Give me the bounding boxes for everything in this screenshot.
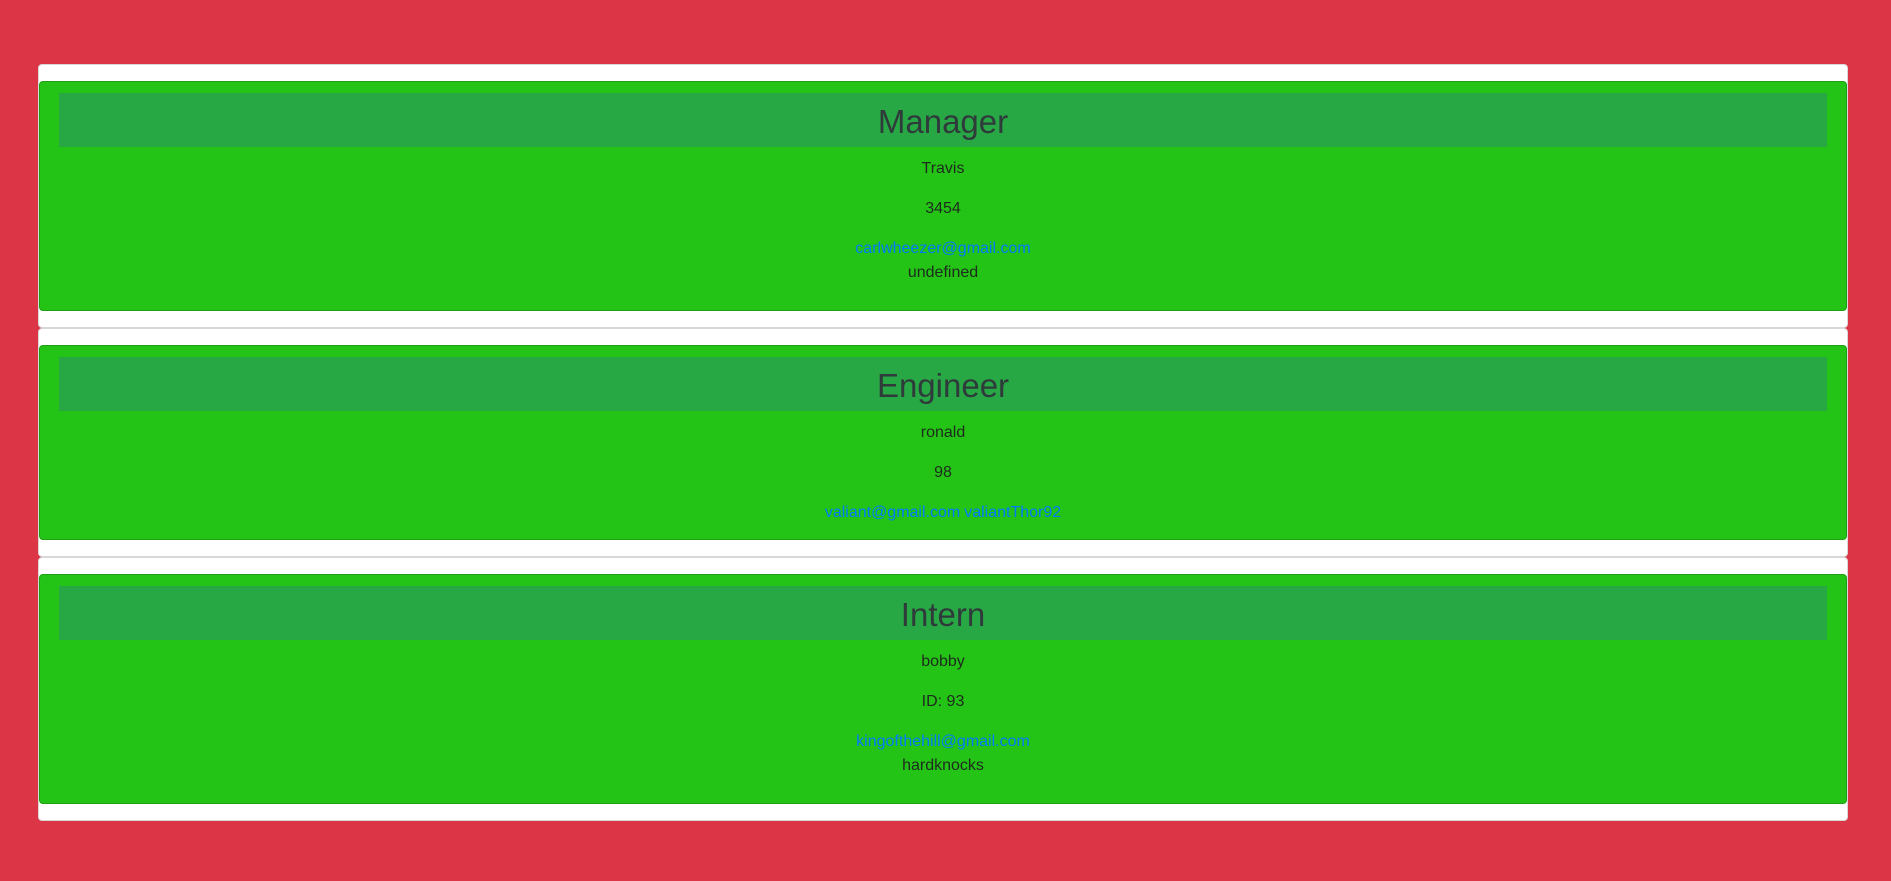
manager-name: Travis xyxy=(921,160,965,177)
team-card-list: Manager Travis 3454 carlwheezer@gmail.co… xyxy=(38,64,1848,821)
intern-school: hardknocks xyxy=(902,757,984,774)
manager-extra-info: undefined xyxy=(907,264,979,281)
engineer-card-container: Engineer ronald 98 valiant@gmail.com vali… xyxy=(38,328,1848,557)
engineer-contact-row: valiant@gmail.com valiantThor92 xyxy=(59,502,1827,524)
intern-role-header: Intern xyxy=(59,586,1827,640)
intern-name: bobby xyxy=(921,653,965,670)
engineer-id: 98 xyxy=(934,464,952,481)
intern-card-container: Intern bobby ID: 93 kingofthehill@gmail.… xyxy=(38,557,1848,821)
intern-email-link[interactable]: kingofthehill@gmail.com xyxy=(856,733,1030,750)
engineer-card: Engineer ronald 98 valiant@gmail.com vali… xyxy=(39,345,1847,540)
manager-card: Manager Travis 3454 carlwheezer@gmail.co… xyxy=(39,81,1847,311)
page-background: Manager Travis 3454 carlwheezer@gmail.co… xyxy=(0,0,1889,881)
intern-email-row: kingofthehill@gmail.com xyxy=(59,731,1827,753)
intern-card: Intern bobby ID: 93 kingofthehill@gmail.… xyxy=(39,574,1847,804)
engineer-name: ronald xyxy=(920,424,966,441)
manager-id: 3454 xyxy=(925,200,961,217)
manager-email-row: carlwheezer@gmail.com xyxy=(59,238,1827,260)
manager-role-header: Manager xyxy=(59,93,1827,147)
engineer-github-link[interactable]: valiantThor92 xyxy=(964,504,1061,521)
intern-id: ID: 93 xyxy=(921,693,965,710)
engineer-role-header: Engineer xyxy=(59,357,1827,411)
engineer-email-link[interactable]: valiant@gmail.com xyxy=(825,504,960,521)
manager-card-container: Manager Travis 3454 carlwheezer@gmail.co… xyxy=(38,64,1848,328)
manager-email-link[interactable]: carlwheezer@gmail.com xyxy=(855,240,1030,257)
